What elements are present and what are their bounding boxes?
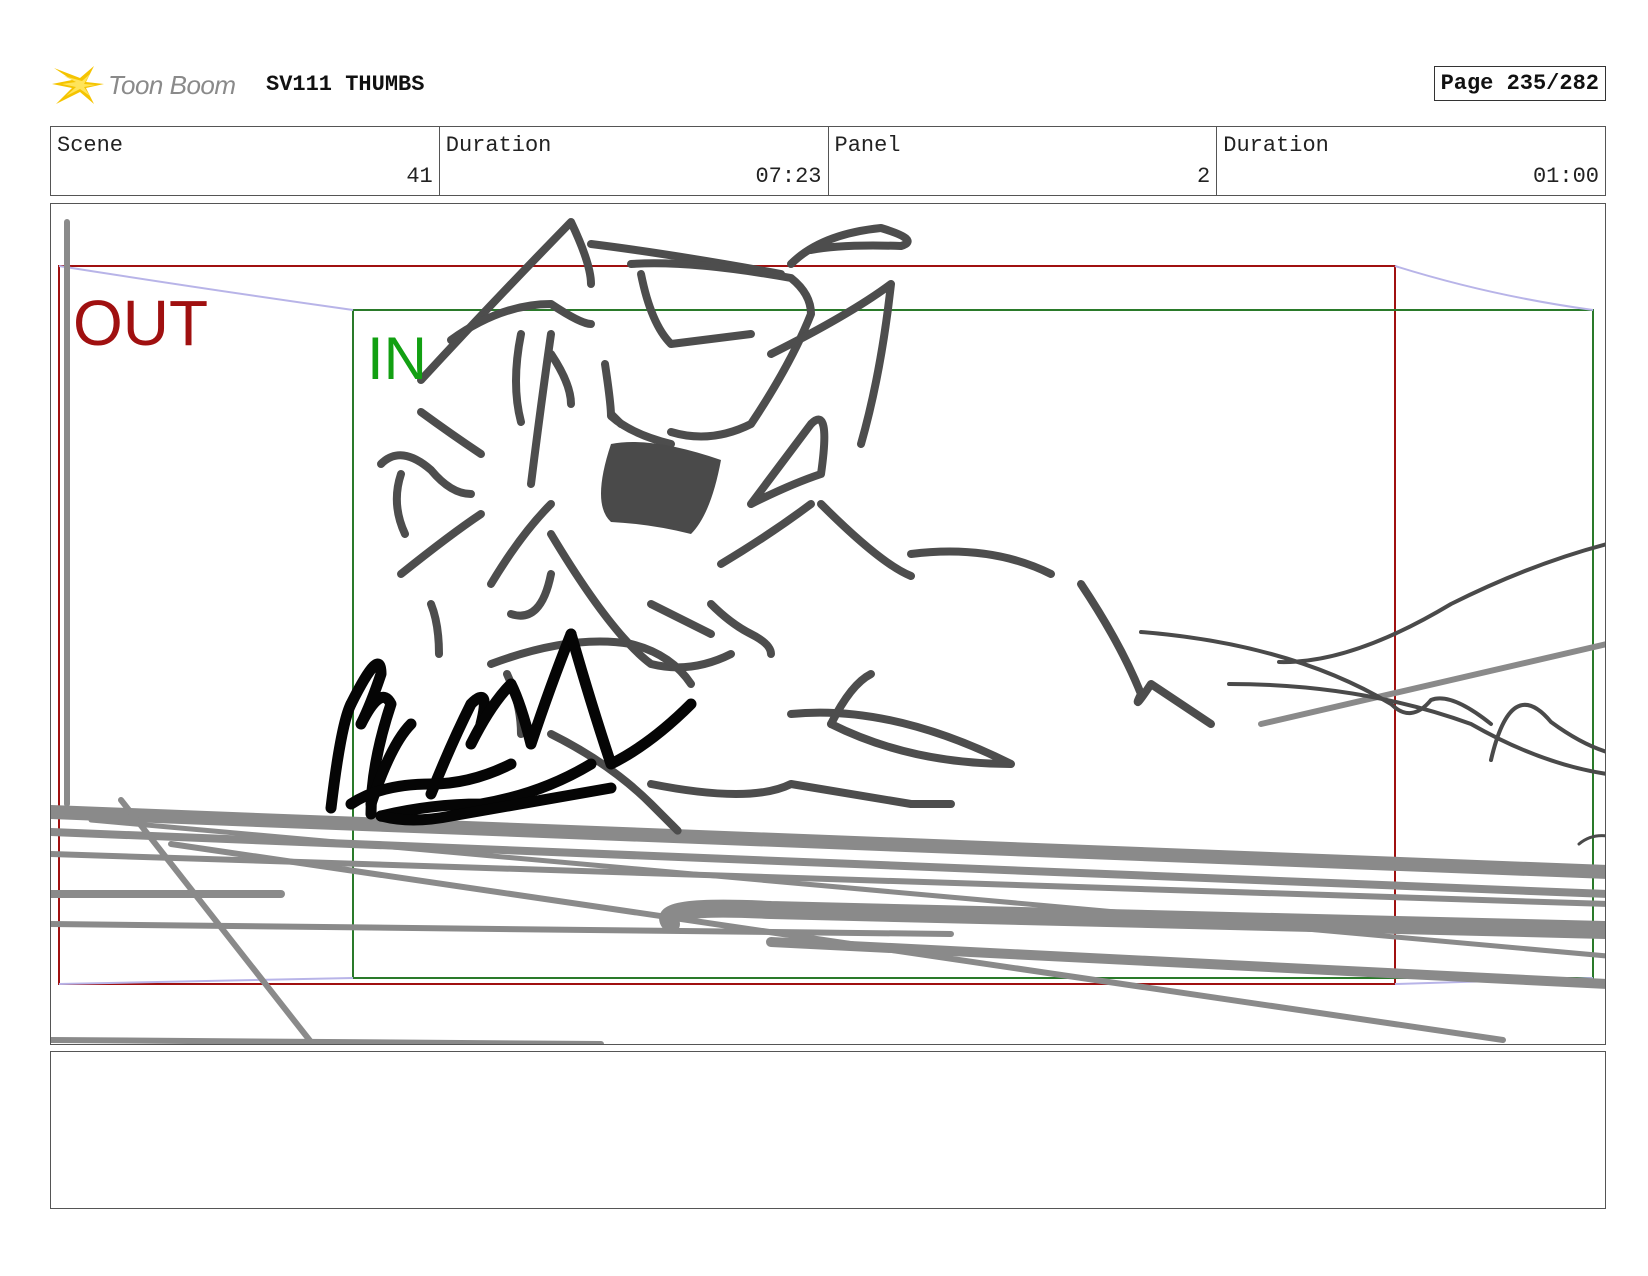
- sketch-drawing: [51, 218, 1605, 1044]
- panel-duration-cell: Duration 01:00: [1217, 127, 1605, 195]
- panel-duration-label: Duration: [1223, 133, 1329, 158]
- character-sketch: [377, 218, 1215, 835]
- scene-duration-label: Duration: [445, 133, 552, 158]
- starburst-icon: [52, 66, 104, 104]
- background-hills: [1139, 542, 1605, 846]
- character-mouth: [601, 442, 721, 534]
- scene-duration-value: 07:23: [755, 164, 822, 189]
- logo-text: Toon Boom: [108, 70, 236, 100]
- scene-cell: Scene 41: [51, 127, 440, 195]
- storyboard-panel: OUT IN: [50, 203, 1606, 1045]
- project-title: SV111 THUMBS: [266, 72, 425, 97]
- panel-duration-value: 01:00: [1532, 164, 1599, 189]
- camera-out-label: OUT: [73, 287, 209, 359]
- page-header: Toon Boom SV111 THUMBS Page 235/282: [50, 58, 1608, 110]
- panel-notes-area: [50, 1051, 1606, 1209]
- panel-value: 2: [1197, 164, 1211, 189]
- panel-label: Panel: [834, 133, 901, 158]
- panel-info-table: Scene 41 Duration 07:23 Panel 2 Duration…: [50, 126, 1606, 196]
- scene-value: 41: [406, 164, 433, 189]
- camera-in-label: IN: [367, 325, 427, 392]
- toon-boom-logo: Toon Boom: [50, 58, 260, 110]
- scene-duration-cell: Duration 07:23: [440, 127, 829, 195]
- panel-cell: Panel 2: [829, 127, 1218, 195]
- ground-strokes: [51, 219, 1605, 1044]
- scene-label: Scene: [57, 133, 124, 158]
- page-number: Page 235/282: [1433, 66, 1606, 101]
